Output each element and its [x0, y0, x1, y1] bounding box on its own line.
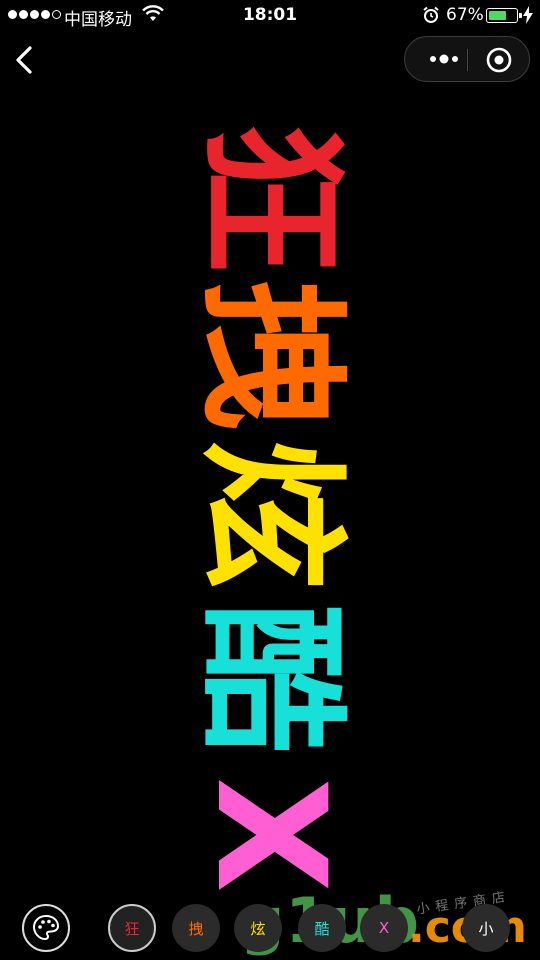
palette-icon [32, 914, 60, 941]
char-chip-button[interactable]: 酷 [298, 904, 346, 952]
battery-icon [486, 8, 522, 23]
char-chip-button[interactable]: 狂 [108, 904, 156, 952]
char-chip-button[interactable]: X [360, 904, 408, 952]
char-chip-button[interactable]: 拽 [172, 904, 220, 952]
char-chip-button[interactable]: 炫 [234, 904, 282, 952]
bottom-toolbar: 狂拽炫酷X 小 [0, 900, 540, 960]
char-chip-button[interactable]: 小 [462, 904, 510, 952]
battery-percentage: 67% [446, 5, 484, 25]
alarm-icon [423, 6, 439, 23]
palette-button[interactable] [22, 904, 70, 952]
close-miniprogram-button[interactable] [485, 46, 513, 74]
back-button[interactable] [10, 42, 40, 78]
charging-bolt-icon [523, 6, 533, 24]
more-button[interactable] [425, 50, 465, 68]
capsule-divider [467, 49, 468, 71]
miniprogram-capsule [404, 36, 530, 82]
status-bar: 中国移动 18:01 67% [0, 0, 540, 30]
